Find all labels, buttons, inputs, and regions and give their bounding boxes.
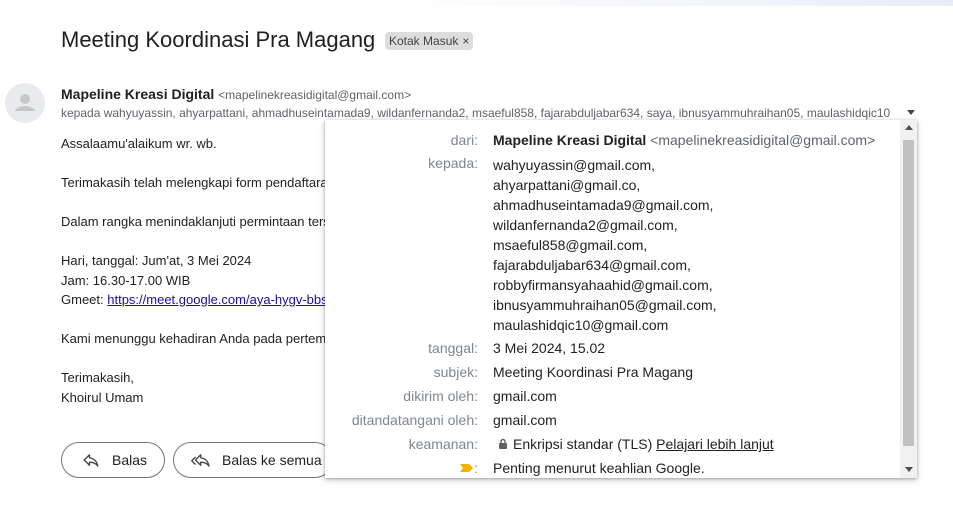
scroll-up-arrow-icon[interactable]: [905, 125, 913, 130]
body-greeting: Assalaamu'alaikum wr. wb.: [61, 136, 217, 151]
email-subject: Meeting Koordinasi Pra Magang: [61, 27, 376, 52]
scrollbar-thumb[interactable]: [903, 140, 914, 446]
inbox-label-text: Kotak Masuk: [389, 34, 459, 48]
reply-icon: [83, 454, 99, 467]
sender-line: Mapeline Kreasi Digital <mapelinekreasid…: [61, 86, 411, 102]
body-time-line: Jam: 16.30-17.00 WIB: [61, 272, 191, 288]
mailed-by-label: dikirim oleh:: [403, 388, 478, 404]
from-label: dari:: [450, 132, 478, 148]
message-details-popup: dari: Mapeline Kreasi Digital <mapelinek…: [325, 120, 917, 478]
security-label: keamanan:: [408, 436, 478, 452]
avatar: [5, 83, 45, 123]
recipient-item: wahyuyassin@gmail.com,: [493, 157, 656, 173]
from-email: <mapelinekreasidigital@gmail.com>: [650, 132, 876, 148]
recipient-item: maulashidqic10@gmail.com: [493, 317, 669, 333]
body-gmeet-line: Gmeet: https://meet.google.com/aya-hygv-…: [61, 290, 330, 310]
signed-by-label: ditandatangani oleh:: [351, 412, 478, 428]
body-line-2: Dalam rangka menindaklanjuti permintaan …: [61, 214, 330, 229]
body-date-line: Hari, tanggal: Jum'at, 3 Mei 2024: [61, 253, 252, 268]
importance-colon: :: [474, 460, 478, 476]
gmeet-label: Gmeet:: [61, 292, 108, 307]
security-value: Enkripsi standar (TLS): [513, 436, 653, 452]
show-details-caret-icon[interactable]: [907, 110, 915, 115]
reply-label: Balas: [112, 452, 148, 468]
recipient-item: ahyarpattani@gmail.co,: [493, 177, 641, 193]
remove-label-icon[interactable]: ×: [462, 34, 469, 48]
importance-value: Penting menurut keahlian Google.: [493, 460, 705, 476]
subject-value: Meeting Koordinasi Pra Magang: [493, 364, 694, 380]
recipient-item: msaeful858@gmail.com,: [493, 237, 648, 253]
inbox-label-chip[interactable]: Kotak Masuk ×: [385, 32, 474, 50]
recipient-list: wahyuyassin@gmail.com, ahyarpattani@gmail…: [493, 155, 717, 335]
sender-name[interactable]: Mapeline Kreasi Digital: [61, 86, 214, 102]
recipient-item: robbyfirmansyahaahid@gmail.com,: [493, 277, 713, 293]
sender-email: <mapelinekreasidigital@gmail.com>: [218, 88, 412, 102]
popup-scrollbar[interactable]: [900, 120, 917, 478]
reply-all-icon: [191, 454, 210, 467]
body-thanks: Terimakasih,: [61, 370, 134, 385]
recipient-item: fajarabduljabar634@gmail.com,: [493, 257, 691, 273]
scroll-down-arrow-icon[interactable]: [905, 467, 913, 472]
security-value-wrap: Enkripsi standar (TLS) Pelajari lebih la…: [493, 436, 774, 452]
email-body: Assalaamu'alaikum wr. wb. Terimakasih te…: [61, 134, 330, 407]
subject-label: subjek:: [433, 364, 478, 380]
mailed-by-value: gmail.com: [493, 388, 557, 404]
importance-marker-icon: [460, 464, 474, 472]
lock-icon: [499, 438, 507, 449]
from-name: Mapeline Kreasi Digital: [493, 132, 647, 148]
to-label: kepada:: [428, 155, 478, 171]
recipient-item: wildanfernanda2@gmail.com,: [493, 217, 678, 233]
learn-more-link[interactable]: Pelajari lebih lanjut: [656, 436, 774, 452]
person-icon: [15, 94, 35, 111]
body-line-1: Terimakasih telah melengkapi form pendaf…: [61, 175, 328, 190]
body-closing-line: Kami menunggu kehadiran Anda pada pertem: [61, 331, 327, 346]
reply-all-button[interactable]: Balas ke semua: [173, 442, 333, 478]
recipient-item: ahmadhuseintamada9@gmail.com,: [493, 197, 714, 213]
importance-label: :: [460, 460, 478, 476]
date-label: tanggal:: [428, 340, 478, 356]
date-value: 3 Mei 2024, 15.02: [493, 340, 606, 356]
reply-button[interactable]: Balas: [61, 442, 165, 478]
gmeet-link[interactable]: https://meet.google.com/aya-hygv-bbs: [107, 292, 327, 307]
reply-all-label: Balas ke semua: [222, 452, 322, 468]
recipient-item: ibnusyammuhraihan05@gmail.com,: [493, 297, 717, 313]
top-bar: [0, 0, 953, 6]
from-value: Mapeline Kreasi Digital <mapelinekreasid…: [493, 132, 875, 148]
body-signature: Khoirul Umam: [61, 389, 144, 405]
signed-by-value: gmail.com: [493, 412, 557, 428]
recipients-summary: kepada wahyuyassin, ahyarpattani, ahmadh…: [61, 106, 891, 120]
